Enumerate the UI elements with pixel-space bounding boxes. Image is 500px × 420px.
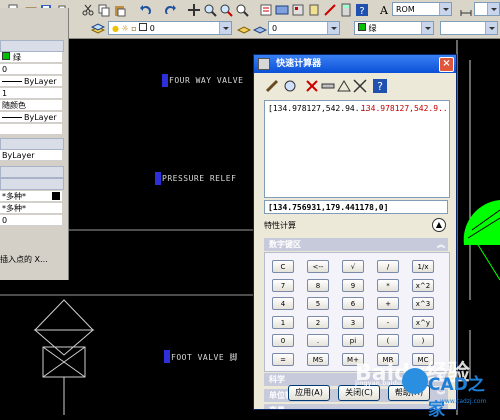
section-keypad-label: 数字键区 [269, 240, 301, 249]
cadzj-logo [402, 368, 428, 394]
history-result: 134.978127,542.9... [361, 104, 447, 113]
svg-text:?: ? [377, 80, 383, 93]
keypad-key[interactable]: √ [342, 260, 364, 273]
keypad-key[interactable]: ( [377, 334, 399, 347]
section-keypad-header[interactable]: 数字键区 ︽ [264, 238, 448, 251]
keypad-key[interactable]: = [272, 352, 294, 366]
close-dialog-button[interactable]: 关闭(C) [338, 385, 380, 401]
chevron-up-icon: ︽ [437, 240, 445, 249]
history-area[interactable]: [134.978127,542.94... 134.978127,542.9..… [264, 100, 450, 198]
keypad-key[interactable]: 2 [307, 315, 329, 329]
calc-input[interactable]: [134.756931,179.441178,0] [264, 200, 448, 214]
cadzj-watermark: CAD之家 [428, 375, 485, 420]
grip-marker[interactable] [164, 350, 170, 363]
cadzj-watermark-url: www.cadzj.com [440, 398, 487, 405]
keypad-key[interactable]: 8 [307, 278, 329, 292]
clear-history-icon[interactable] [282, 78, 298, 94]
keypad-key[interactable]: x^2 [412, 278, 434, 292]
drawing-label[interactable]: FOUR WAY VALVE [169, 76, 243, 85]
grip-marker[interactable] [162, 74, 168, 87]
clear-icon[interactable] [264, 78, 280, 94]
drawing-label[interactable]: FOOT VALVE 脚 [171, 352, 238, 363]
drawing-label[interactable]: PRESSURE RELEF [162, 174, 236, 183]
keypad-key[interactable]: + [377, 297, 399, 310]
valve-symbol-triangle [33, 329, 95, 356]
help-icon[interactable]: ? [372, 78, 388, 94]
section-props-label[interactable]: 特性计算 [264, 220, 296, 231]
dialog-title: 快速计算器 [276, 59, 322, 69]
numeric-keypad: C <-- √/1/x 7 8 9 * x^2 4 5 6 + x^3 1 2 3- x^y 0. pi() = MS M… [264, 252, 450, 372]
drawing-line [474, 239, 500, 281]
apply-button[interactable]: 应用(A) [288, 385, 330, 401]
keypad-key[interactable]: x^3 [412, 297, 434, 310]
get-angle-icon[interactable] [336, 78, 352, 94]
keypad-key[interactable]: 1/x [412, 260, 434, 273]
close-icon: × [442, 58, 451, 69]
dialog-titlebar[interactable]: 快速计算器 × [254, 55, 456, 73]
keypad-key[interactable]: MS [307, 352, 329, 366]
keypad-key[interactable]: 9 [342, 278, 364, 292]
calculator-icon [258, 57, 270, 70]
section-vars-header[interactable]: 变量 [264, 404, 448, 409]
section-vars-clip: 变量 [264, 404, 448, 409]
keypad-key[interactable]: / [377, 260, 399, 273]
get-intersection-icon[interactable] [352, 78, 368, 94]
keypad-key[interactable]: 3 [342, 315, 364, 329]
keypad-key[interactable]: C [272, 260, 294, 273]
keypad-key[interactable]: 4 [272, 297, 294, 310]
history-expression: [134.978127,542.94... [268, 104, 370, 113]
keypad-key[interactable]: 1 [272, 315, 294, 329]
close-button[interactable]: × [439, 57, 454, 72]
keypad-key[interactable]: 5 [307, 297, 329, 310]
valve-symbol-triangle [33, 299, 95, 331]
collapse-icon[interactable]: ▲ [432, 218, 446, 232]
keypad-key[interactable]: 6 [342, 297, 364, 310]
keypad-key[interactable]: * [377, 278, 399, 292]
grip-marker[interactable] [155, 172, 161, 185]
keypad-key[interactable]: 0 [272, 334, 294, 347]
keypad-key[interactable]: . [307, 334, 329, 347]
section-vars-label: 变量 [269, 406, 285, 409]
keypad-key[interactable]: ) [412, 334, 434, 347]
keypad-key[interactable]: 7 [272, 278, 294, 292]
paste-to-command-icon[interactable] [304, 78, 320, 94]
keypad-key[interactable]: x^y [412, 315, 434, 329]
keypad-key[interactable]: pi [342, 334, 364, 347]
section-science-label: 科学 [269, 375, 285, 384]
keypad-key[interactable]: <-- [307, 260, 329, 273]
get-distance-icon[interactable] [320, 78, 336, 94]
keypad-key[interactable]: - [377, 315, 399, 329]
